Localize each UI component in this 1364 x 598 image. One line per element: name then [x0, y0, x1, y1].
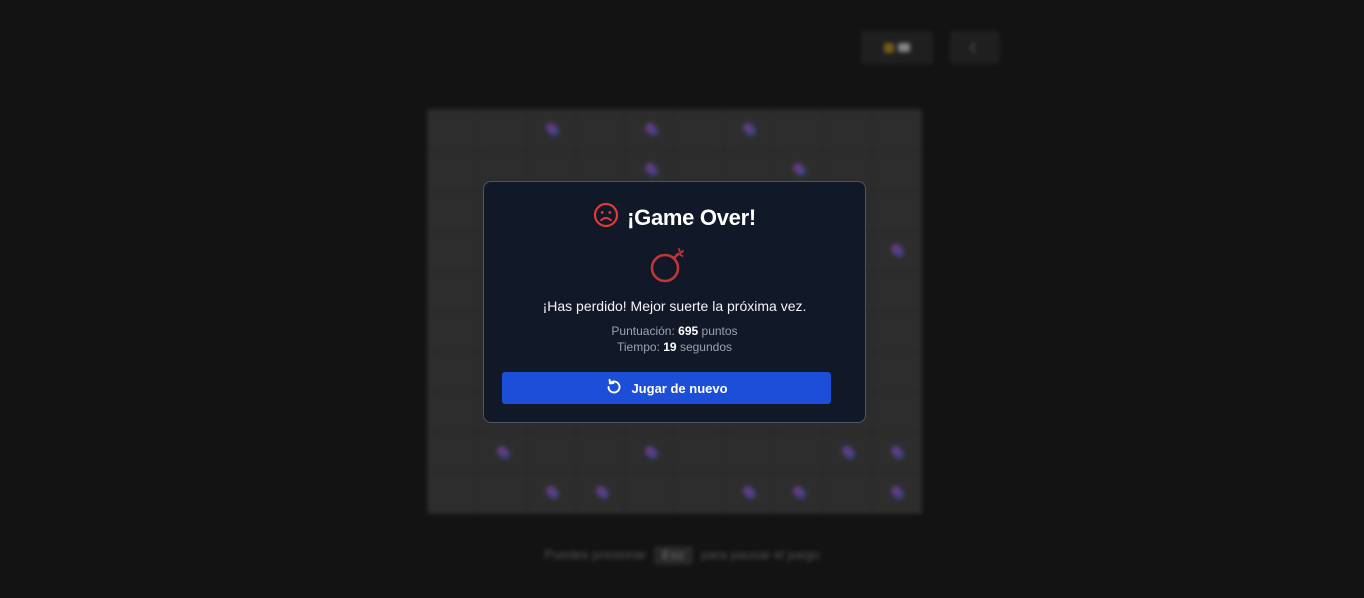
mine-cell[interactable]: [626, 111, 674, 150]
board-cell[interactable]: [429, 111, 477, 150]
board-cell[interactable]: [872, 272, 920, 311]
board-cell[interactable]: [872, 312, 920, 351]
mine-cell[interactable]: [724, 111, 773, 150]
time-unit: segundos: [679, 340, 732, 354]
score-unit: puntos: [701, 324, 738, 338]
mine-cell[interactable]: [527, 111, 575, 150]
mine-cell[interactable]: [626, 433, 674, 472]
mine-cell[interactable]: [724, 473, 773, 512]
theme-toggle-button[interactable]: ☾: [950, 31, 1000, 64]
pause-hint: Puedes presionar Esc para pausar el jueg…: [0, 546, 1364, 565]
hint-text-after: para pausar el juego: [701, 547, 820, 562]
score-line: Puntuación: 695 puntos: [484, 324, 865, 338]
board-cell[interactable]: [675, 111, 723, 150]
time-line: Tiempo: 19 segundos: [484, 340, 865, 354]
board-cell[interactable]: [429, 473, 477, 512]
play-again-button[interactable]: Jugar de nuevo: [502, 372, 831, 404]
board-cell[interactable]: [478, 111, 526, 150]
esc-key-badge: Esc: [653, 546, 694, 565]
board-cell[interactable]: [872, 191, 920, 230]
board-cell[interactable]: [576, 433, 625, 472]
board-cell[interactable]: [527, 433, 575, 472]
chat-icon: [898, 43, 910, 52]
board-cell[interactable]: [675, 433, 723, 472]
dialog-title: ¡Game Over!: [627, 204, 756, 230]
board-cell[interactable]: [823, 473, 871, 512]
mine-cell[interactable]: [527, 473, 575, 512]
mine-cell[interactable]: [872, 433, 920, 472]
game-screen: ☾ Puedes presionar Esc para pausar el ju…: [0, 0, 1364, 598]
mine-cell[interactable]: [774, 473, 822, 512]
hint-text-before: Puedes presionar: [544, 547, 647, 562]
board-cell[interactable]: [626, 473, 674, 512]
board-cell[interactable]: [872, 111, 920, 150]
play-again-label: Jugar de nuevo: [631, 380, 728, 396]
game-over-dialog: ¡Game Over! ¡Has perdido! Mejor suerte l…: [483, 181, 866, 423]
mine-cell[interactable]: [823, 433, 871, 472]
bomb-icon: [648, 246, 688, 291]
mine-cell[interactable]: [478, 433, 526, 472]
game-over-message: ¡Has perdido! Mejor suerte la próxima ve…: [542, 298, 807, 314]
mine-cell[interactable]: [576, 473, 625, 512]
mode-toggle-button[interactable]: [861, 31, 933, 64]
score-label: Puntuación:: [611, 324, 675, 338]
moon-icon: ☾: [969, 40, 981, 55]
mine-cell[interactable]: [872, 473, 920, 512]
board-cell[interactable]: [429, 433, 477, 472]
board-cell[interactable]: [429, 352, 477, 392]
sad-face-icon: [593, 202, 619, 233]
board-cell[interactable]: [774, 111, 822, 150]
board-cell[interactable]: [724, 433, 773, 472]
board-cell[interactable]: [429, 191, 477, 230]
board-cell[interactable]: [872, 393, 920, 432]
dialog-header: ¡Game Over!: [484, 202, 865, 233]
board-cell[interactable]: [675, 473, 723, 512]
board-cell[interactable]: [576, 111, 625, 150]
board-cell[interactable]: [429, 151, 477, 190]
board-cell[interactable]: [872, 352, 920, 392]
time-value: 19: [663, 340, 677, 354]
board-cell[interactable]: [429, 231, 477, 271]
board-cell[interactable]: [478, 473, 526, 512]
restart-icon: [605, 378, 623, 399]
board-cell[interactable]: [429, 312, 477, 351]
board-cell[interactable]: [774, 433, 822, 472]
score-value: 695: [678, 324, 699, 338]
board-cell[interactable]: [872, 151, 920, 190]
board-cell[interactable]: [429, 393, 477, 432]
board-cell[interactable]: [429, 272, 477, 311]
time-label: Tiempo:: [617, 340, 660, 354]
mine-cell[interactable]: [872, 231, 920, 271]
flag-icon: [884, 42, 894, 53]
board-cell[interactable]: [823, 111, 871, 150]
